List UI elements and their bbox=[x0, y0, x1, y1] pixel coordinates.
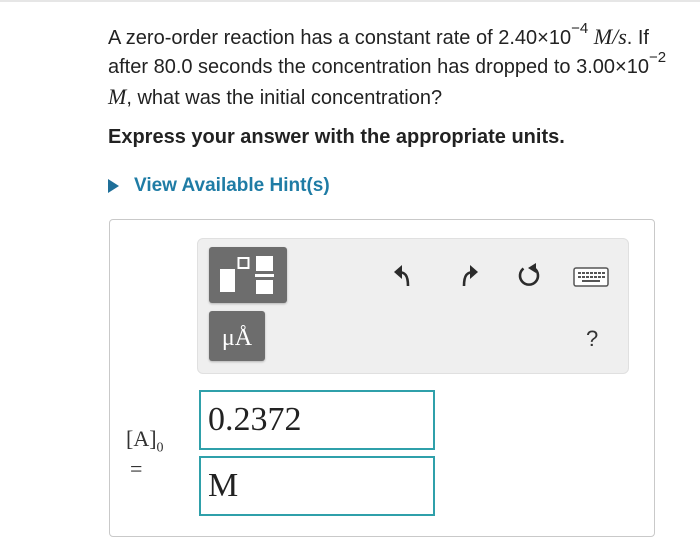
keyboard-icon[interactable] bbox=[573, 266, 609, 288]
units-icon: μÅ bbox=[221, 325, 253, 351]
templates-button[interactable] bbox=[209, 247, 287, 303]
rate-unit: M/s bbox=[593, 24, 627, 49]
top-divider bbox=[0, 0, 700, 2]
variable-name: [A] bbox=[126, 426, 157, 451]
equals-sign: = bbox=[130, 456, 143, 481]
instruction-text: Express your answer with the appropriate… bbox=[108, 126, 565, 148]
view-hints-link[interactable]: View Available Hint(s) bbox=[108, 175, 330, 197]
variable-label: [A]0 bbox=[126, 426, 164, 456]
hint-link-label: View Available Hint(s) bbox=[134, 175, 330, 196]
answer-value-input[interactable]: 0.2372 bbox=[199, 390, 435, 450]
undo-icon[interactable] bbox=[393, 262, 419, 288]
question-text: A zero-order reaction has a constant rat… bbox=[108, 20, 678, 113]
question-part-1: A zero-order reaction has a constant rat… bbox=[108, 27, 572, 49]
caret-right-icon bbox=[108, 179, 119, 193]
concentration-unit: M bbox=[108, 84, 127, 109]
redo-icon[interactable] bbox=[453, 262, 479, 288]
answer-unit-input[interactable]: M bbox=[199, 456, 435, 516]
templates-icon bbox=[220, 256, 274, 294]
variable-subscript: 0 bbox=[156, 440, 164, 456]
concentration-exponent: −2 bbox=[648, 49, 667, 67]
answer-unit-text: M bbox=[208, 467, 239, 504]
question-part-5: , what was the initial concentration? bbox=[126, 87, 443, 109]
units-button[interactable]: μÅ bbox=[209, 311, 265, 361]
reset-icon[interactable] bbox=[515, 262, 543, 290]
answer-value-text: 0.2372 bbox=[208, 401, 302, 438]
rate-exponent: −4 bbox=[571, 20, 589, 38]
help-icon[interactable]: ? bbox=[586, 326, 598, 352]
